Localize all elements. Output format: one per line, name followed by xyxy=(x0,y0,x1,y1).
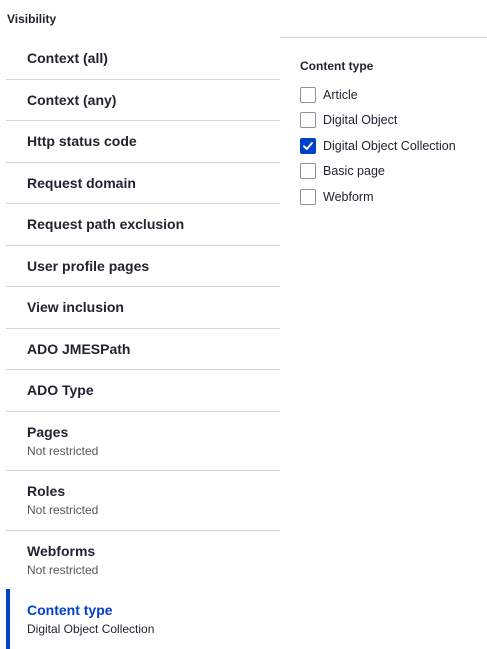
option-digital-object-collection[interactable]: Digital Object Collection xyxy=(300,133,456,159)
tab-summary: Not restricted xyxy=(27,503,99,518)
tab-view-inclusion[interactable]: View inclusion xyxy=(6,287,280,329)
pane-title: Content type xyxy=(300,59,374,73)
option-label: Webform xyxy=(323,189,374,204)
tab-label: Webforms xyxy=(27,543,96,560)
tab-label: Content type xyxy=(27,602,113,618)
tab-http-status-code[interactable]: Http status code xyxy=(6,121,280,163)
tab-context-all[interactable]: Context (all) xyxy=(6,38,280,80)
tab-label: Request domain xyxy=(27,174,136,191)
content-type-options: Article Digital Object Digital Object Co… xyxy=(300,82,456,210)
option-label: Digital Object xyxy=(323,113,398,128)
tab-request-domain[interactable]: Request domain xyxy=(6,163,280,204)
content-type-pane: Content type Article Digital Object Digi… xyxy=(280,37,487,590)
tab-summary: Digital Object Collection xyxy=(27,622,155,636)
tab-context-any[interactable]: Context (any) xyxy=(6,80,280,121)
option-webform[interactable]: Webform xyxy=(300,184,456,210)
option-digital-object[interactable]: Digital Object xyxy=(300,108,456,134)
checkbox[interactable] xyxy=(300,112,316,129)
tab-label: Roles xyxy=(27,483,66,500)
check-icon xyxy=(303,141,313,150)
tab-user-profile-pages[interactable]: User profile pages xyxy=(6,246,280,287)
tab-summary: Not restricted xyxy=(27,443,99,458)
tab-label: Context (all) xyxy=(27,50,108,67)
section-title-visibility: Visibility xyxy=(7,12,57,26)
tab-label: User profile pages xyxy=(27,257,150,274)
option-label: Article xyxy=(323,87,358,102)
tab-label: Pages xyxy=(27,423,69,440)
tab-label: Http status code xyxy=(27,133,137,150)
checkbox[interactable] xyxy=(300,137,316,154)
tab-label: View inclusion xyxy=(27,299,124,316)
tab-label: ADO JMESPath xyxy=(27,340,131,357)
checkbox[interactable] xyxy=(300,86,316,103)
tab-label: Context (any) xyxy=(27,91,117,108)
option-basic-page[interactable]: Basic page xyxy=(300,159,456,185)
tab-roles[interactable]: Roles Not restricted xyxy=(6,471,280,531)
tab-ado-jmespath[interactable]: ADO JMESPath xyxy=(6,329,280,370)
vertical-tabs-menu: Context (all) Context (any) Http status … xyxy=(6,38,281,590)
option-label: Digital Object Collection xyxy=(323,138,456,153)
option-article[interactable]: Article xyxy=(300,82,456,108)
tab-ado-type[interactable]: ADO Type xyxy=(6,370,280,412)
tab-webforms[interactable]: Webforms Not restricted xyxy=(6,531,280,591)
tab-pages[interactable]: Pages Not restricted xyxy=(6,412,280,471)
checkbox[interactable] xyxy=(300,163,316,180)
tab-request-path-exclusion[interactable]: Request path exclusion xyxy=(6,204,280,246)
tab-summary: Not restricted xyxy=(27,563,99,578)
tab-label: ADO Type xyxy=(27,382,94,399)
checkbox[interactable] xyxy=(300,188,316,205)
tab-content-type[interactable]: Content type Digital Object Collection xyxy=(6,589,281,649)
tab-label: Request path exclusion xyxy=(27,216,185,233)
option-label: Basic page xyxy=(323,164,385,179)
